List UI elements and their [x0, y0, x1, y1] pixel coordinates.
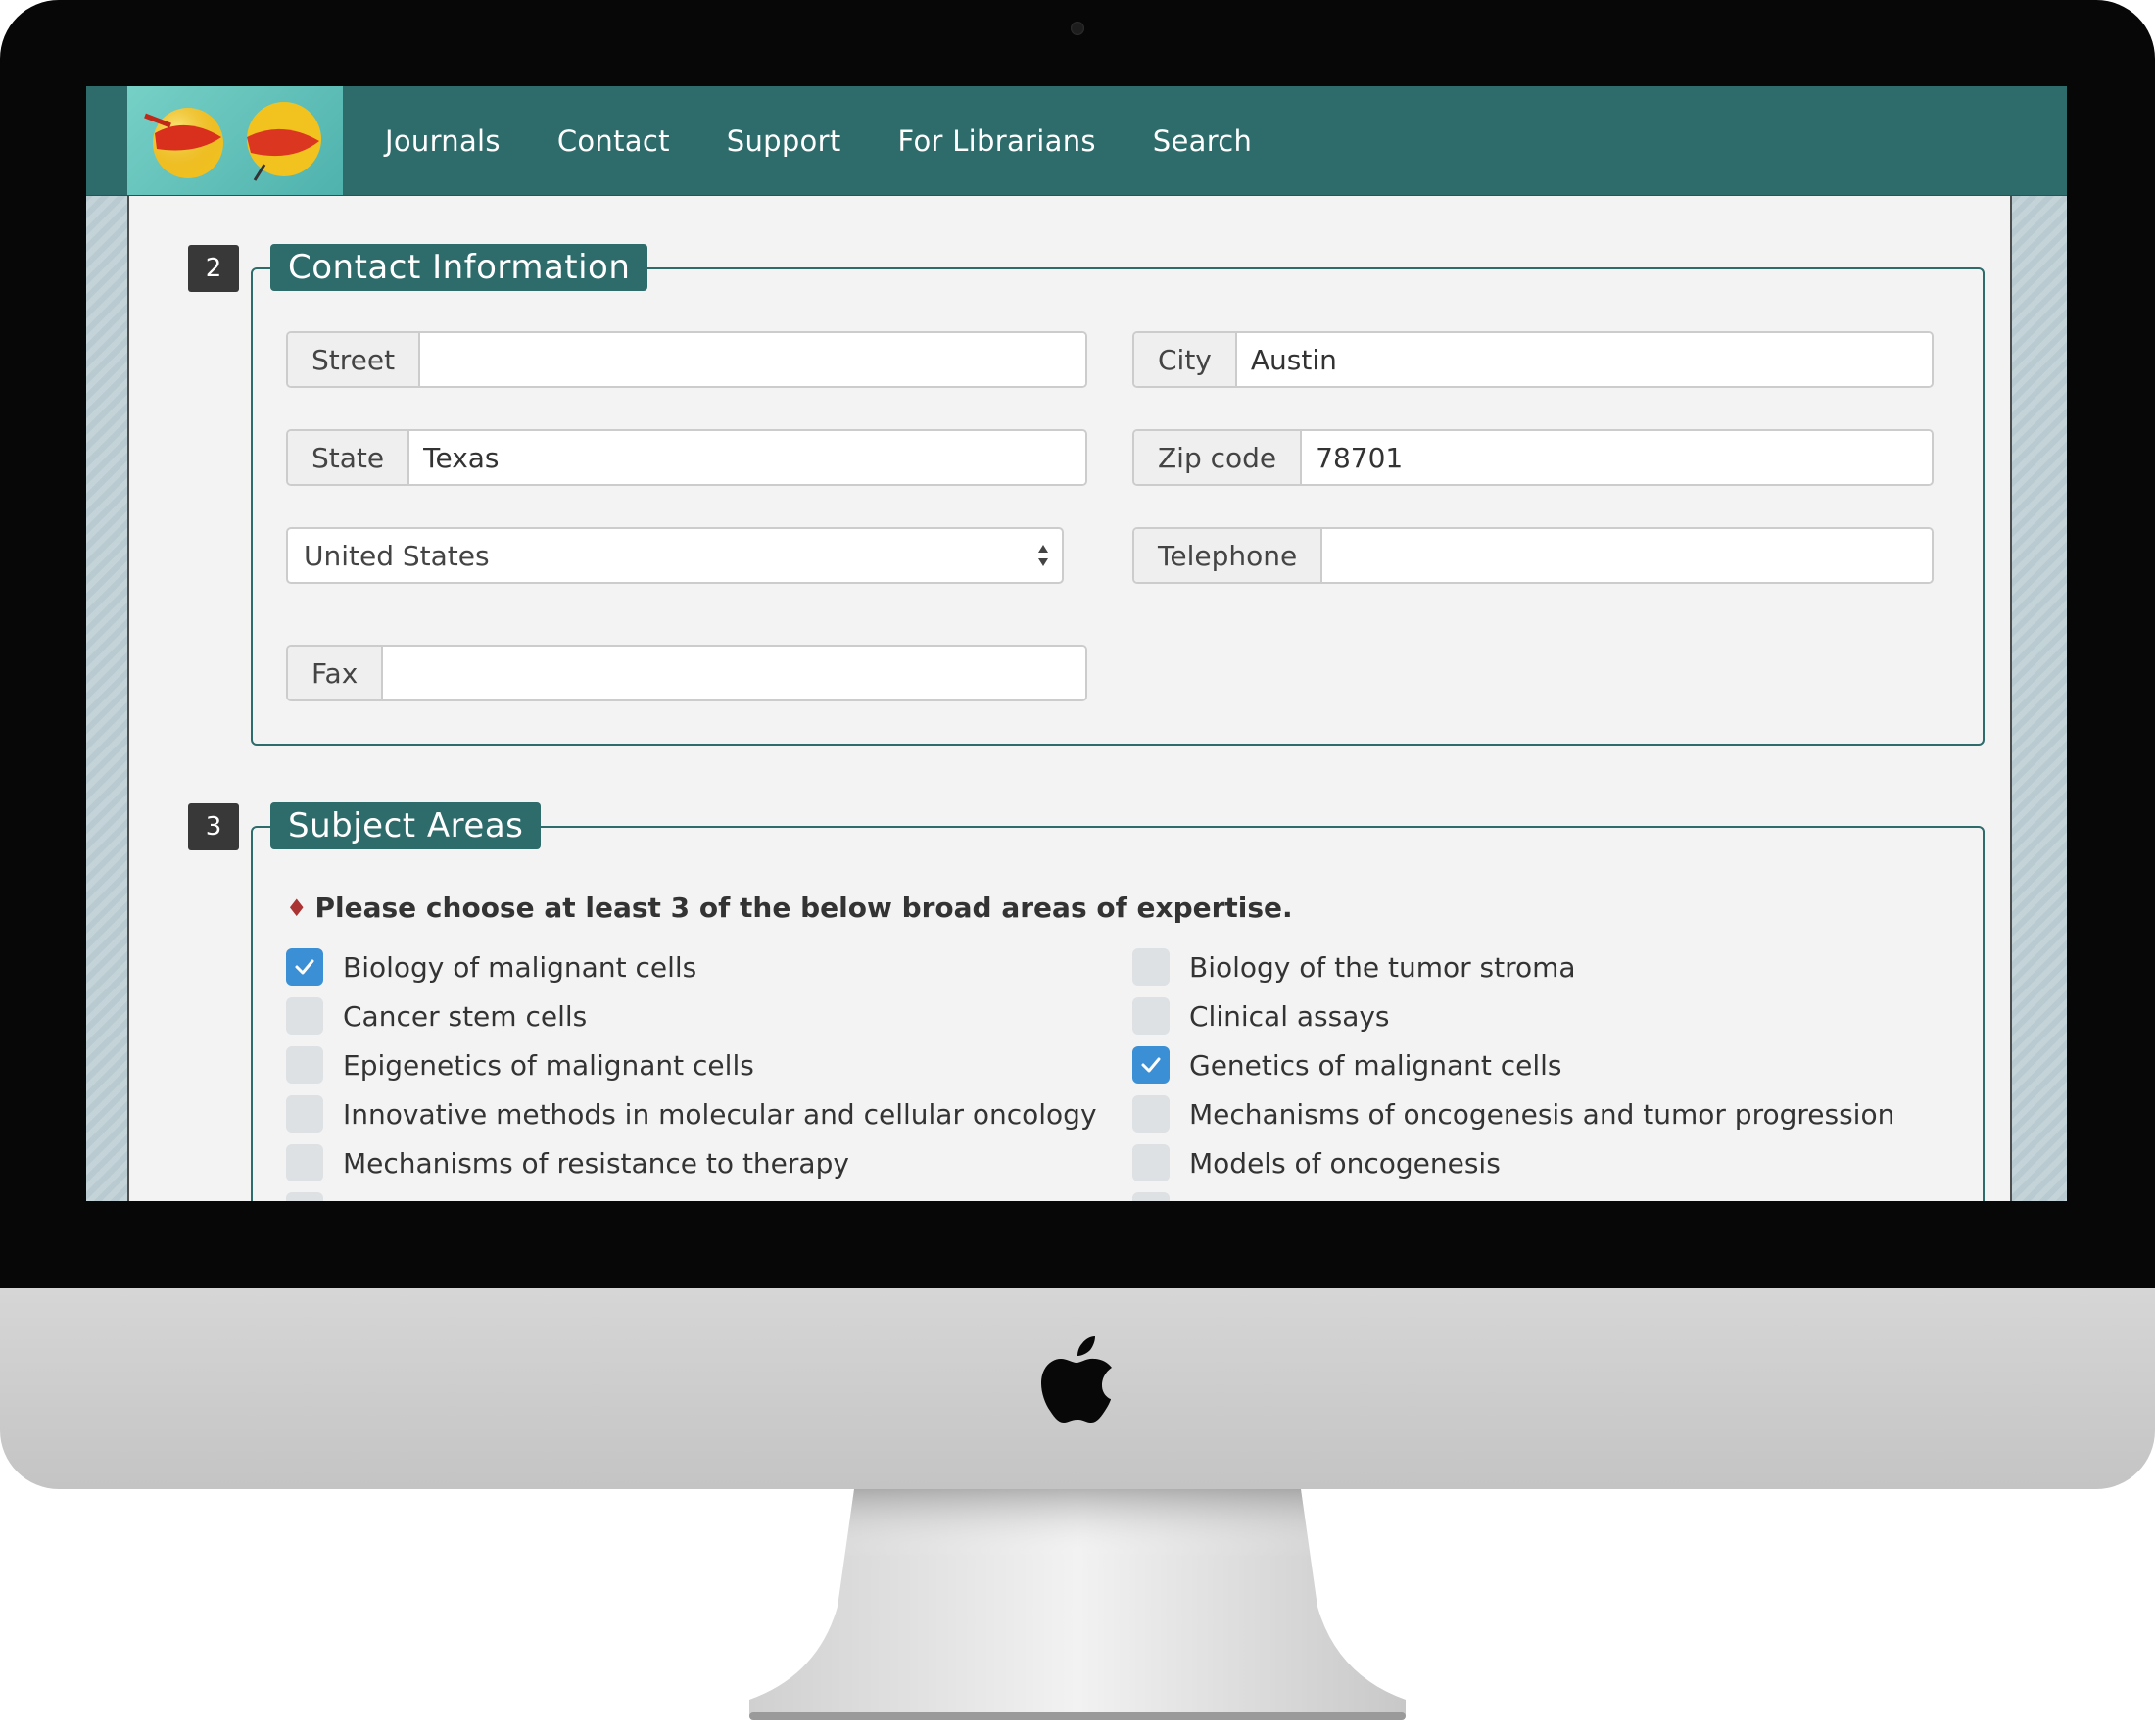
street-input-group: Street — [286, 331, 1087, 388]
checkbox[interactable] — [1132, 1046, 1170, 1084]
state-input[interactable] — [409, 431, 1085, 484]
nav-for-librarians[interactable]: For Librarians — [898, 124, 1096, 158]
subject-checkbox-item[interactable]: Biology of malignant cells — [286, 947, 696, 987]
nav-support[interactable]: Support — [727, 124, 841, 158]
top-navbar: Journals Contact Support For Librarians … — [86, 86, 2067, 196]
subjects-section-title: Subject Areas — [270, 802, 542, 849]
subjects-instruction: ♦ Please choose at least 3 of the below … — [286, 892, 1293, 924]
checkmark-icon — [1141, 1057, 1161, 1073]
subject-label: Cancer stem cells — [343, 999, 588, 1033]
subject-label: Models of oncogenesis — [1189, 1146, 1501, 1180]
street-label: Street — [288, 333, 421, 386]
subject-label: Biology of the tumor stroma — [1189, 950, 1576, 984]
city-input-group: City — [1132, 331, 1934, 388]
step-number-subjects: 3 — [188, 803, 239, 850]
fax-input[interactable] — [383, 647, 1085, 699]
checkbox[interactable] — [286, 1095, 323, 1133]
checkbox[interactable] — [286, 948, 323, 986]
subject-checkbox-item[interactable]: Genetics of malignant cells — [1132, 1045, 1562, 1085]
telephone-input-group: Telephone — [1132, 527, 1934, 584]
subject-checkbox-item[interactable]: Epigenetics of malignant cells — [286, 1045, 754, 1085]
apple-logo-icon — [1041, 1336, 1112, 1423]
diamond-icon: ♦ — [286, 893, 308, 922]
subject-checkbox-item[interactable]: Cancer stem cells — [286, 996, 587, 1036]
checkmark-icon — [295, 959, 314, 975]
checkbox[interactable] — [1132, 1095, 1170, 1133]
subjects-instruction-text: Please choose at least 3 of the below br… — [314, 892, 1293, 924]
street-input[interactable] — [420, 333, 1085, 386]
zip-input[interactable] — [1302, 431, 1932, 484]
zip-input-group: Zip code — [1132, 429, 1934, 486]
browser-screen: Journals Contact Support For Librarians … — [86, 86, 2067, 1201]
subject-checkbox-item[interactable]: Models of oncogenesis — [1132, 1143, 1501, 1182]
telephone-input[interactable] — [1322, 529, 1932, 582]
checkbox[interactable] — [1132, 997, 1170, 1035]
site-logo[interactable] — [127, 86, 343, 195]
nav-search[interactable]: Search — [1153, 124, 1252, 158]
checkbox[interactable] — [286, 1144, 323, 1181]
checkbox[interactable] — [286, 1192, 323, 1201]
checkbox[interactable] — [1132, 948, 1170, 986]
subject-checkbox-item[interactable]: Mechanisms of resistance to therapy — [286, 1143, 849, 1182]
country-select-value: United States — [304, 539, 490, 572]
nav-journals[interactable]: Journals — [385, 124, 501, 158]
country-select[interactable]: United States — [286, 527, 1064, 584]
contact-section-title: Contact Information — [270, 244, 648, 291]
monitor-stand — [749, 1489, 1406, 1720]
state-input-group: State — [286, 429, 1087, 486]
subject-label: Genetics of malignant cells — [1189, 1048, 1562, 1082]
city-input[interactable] — [1236, 333, 1932, 386]
select-arrows-icon — [1038, 545, 1048, 566]
nav-contact[interactable]: Contact — [557, 124, 670, 158]
checkbox[interactable] — [1132, 1144, 1170, 1181]
subject-label: Epigenetics of malignant cells — [343, 1048, 754, 1082]
main-navigation: Journals Contact Support For Librarians … — [385, 86, 1309, 195]
subject-checkbox-item[interactable]: Clinical assays — [1132, 996, 1390, 1036]
zip-label: Zip code — [1134, 431, 1303, 484]
subject-checkbox-item[interactable]: Innovative methods in molecular and cell… — [286, 1094, 1097, 1133]
fax-label: Fax — [288, 647, 384, 699]
step-number-contact: 2 — [188, 245, 239, 292]
checkbox[interactable] — [1132, 1192, 1170, 1201]
state-label: State — [288, 431, 410, 484]
subject-label: Biology of malignant cells — [343, 950, 697, 984]
form-content: 2 Contact Information Street City State … — [127, 196, 2012, 1201]
city-label: City — [1134, 333, 1237, 386]
subject-checkbox-item[interactable]: Mechanisms of oncogenesis and tumor prog… — [1132, 1094, 1894, 1133]
subject-label: Mechanisms of oncogenesis and tumor prog… — [1189, 1097, 1895, 1131]
subject-checkbox-item[interactable]: Biology of the tumor stroma — [1132, 947, 1576, 987]
camera-icon — [1071, 22, 1084, 35]
fax-input-group: Fax — [286, 645, 1087, 701]
subject-label: Innovative methods in molecular and cell… — [343, 1097, 1097, 1131]
checkbox[interactable] — [286, 1046, 323, 1084]
checkbox[interactable] — [286, 997, 323, 1035]
telephone-label: Telephone — [1134, 529, 1323, 582]
subject-label: Mechanisms of resistance to therapy — [343, 1146, 849, 1180]
subject-label: Clinical assays — [1189, 999, 1390, 1033]
